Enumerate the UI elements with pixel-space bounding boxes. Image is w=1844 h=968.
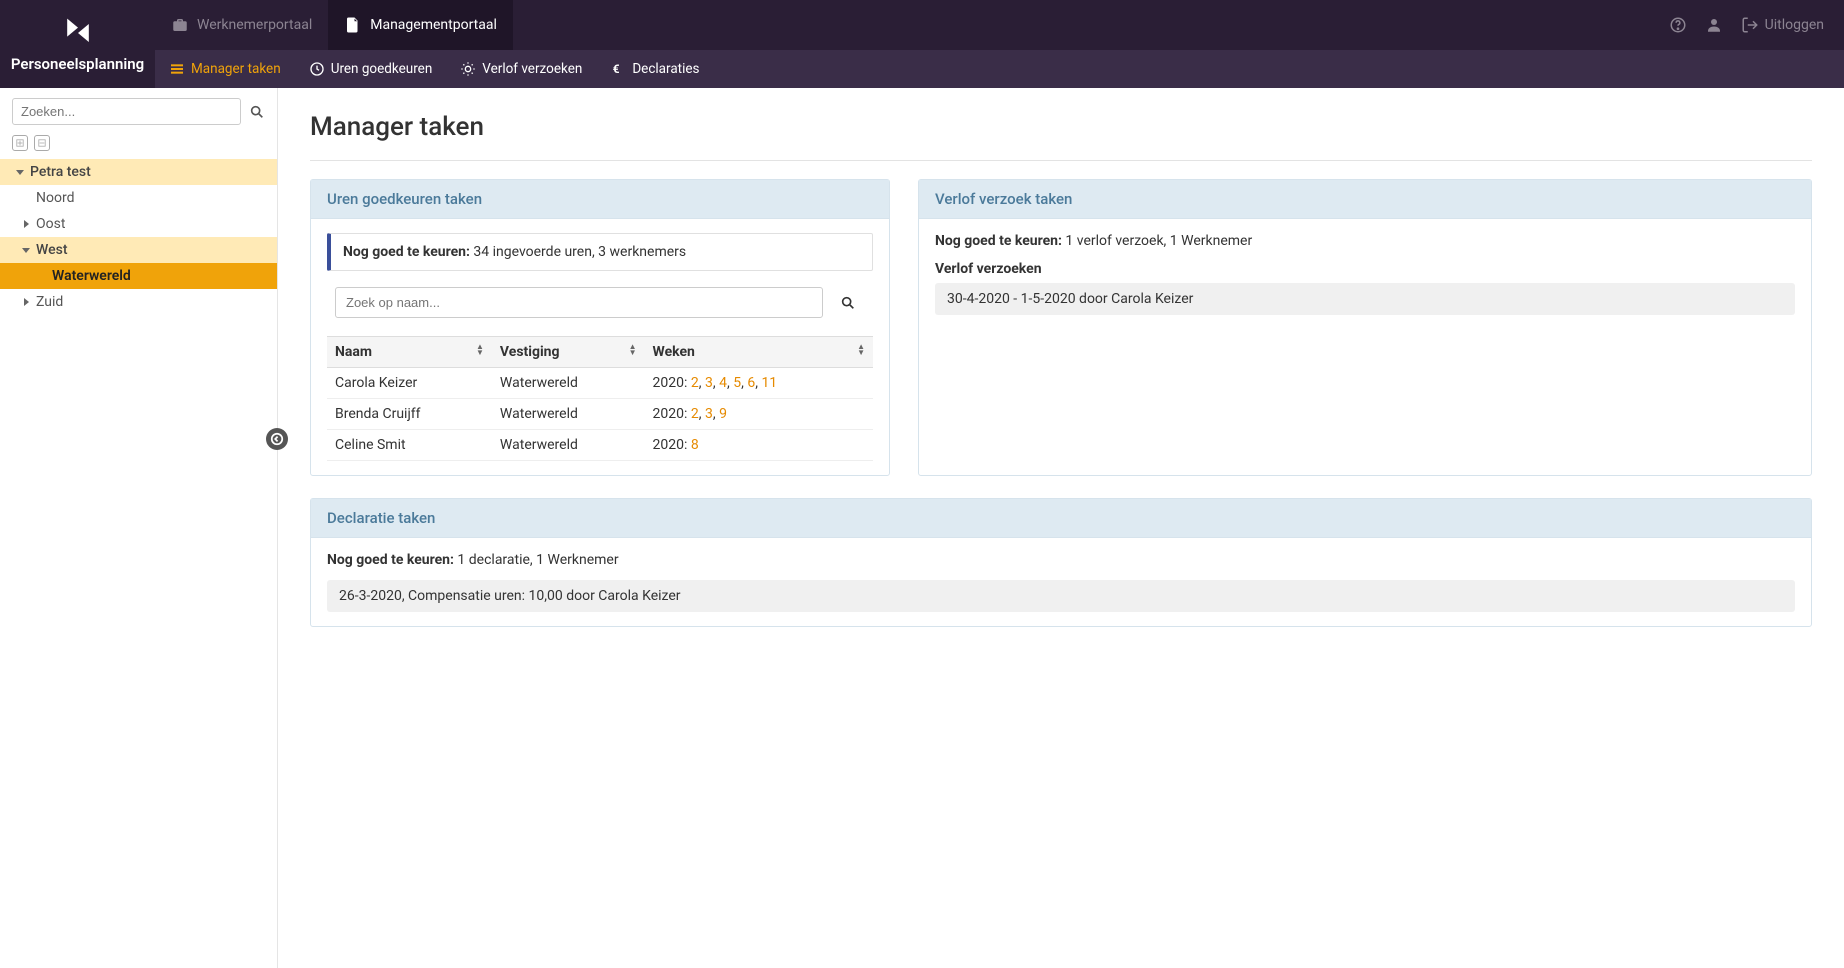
col-vestiging[interactable]: Vestiging▲▼ <box>492 337 645 368</box>
sun-icon <box>460 61 476 77</box>
week-link[interactable]: 5 <box>733 375 741 391</box>
document-icon <box>344 16 362 34</box>
decl-notice: Nog goed te keuren: 1 declaratie, 1 Werk… <box>327 552 1795 568</box>
tab-management-label: Managementportaal <box>370 17 497 33</box>
sort-icon: ▲▼ <box>629 344 637 356</box>
tree-item-zuid[interactable]: Zuid <box>0 289 277 315</box>
week-link[interactable]: 3 <box>705 406 713 422</box>
verlof-sub-label: Verlof verzoeken <box>935 261 1795 277</box>
tree-root[interactable]: Petra test <box>0 159 277 185</box>
week-link[interactable]: 11 <box>761 375 777 391</box>
week-link[interactable]: 4 <box>719 375 727 391</box>
chevron-right-icon <box>20 296 32 308</box>
help-icon[interactable] <box>1669 16 1687 34</box>
logout-label: Uitloggen <box>1765 17 1824 33</box>
chevron-right-icon <box>20 218 32 230</box>
uren-table: Naam▲▼ Vestiging▲▼ Weken▲▼ Carola Keizer… <box>327 336 873 461</box>
verlof-notice: Nog goed te keuren: 1 verlof verzoek, 1 … <box>935 233 1795 249</box>
collapse-all-button[interactable] <box>34 135 50 151</box>
tab-employee-portal[interactable]: Werknemerportaal <box>155 0 328 50</box>
table-row: Carola KeizerWaterwereld2020: 2, 3, 4, 5… <box>327 368 873 399</box>
table-row: Brenda CruijffWaterwereld2020: 2, 3, 9 <box>327 399 873 430</box>
tasks-icon <box>169 61 185 77</box>
col-weken[interactable]: Weken▲▼ <box>645 337 873 368</box>
sidebar-collapse-button[interactable] <box>266 428 288 450</box>
logout-icon <box>1741 16 1759 34</box>
page-title: Manager taken <box>310 112 1812 142</box>
briefcase-icon <box>171 16 189 34</box>
uren-search-button[interactable] <box>831 287 865 318</box>
tree-item-noord[interactable]: Noord <box>0 185 277 211</box>
sidebar-search-input[interactable] <box>12 98 241 125</box>
col-naam[interactable]: Naam▲▼ <box>327 337 492 368</box>
panel-declaratie: Declaratie taken Nog goed te keuren: 1 d… <box>310 498 1812 627</box>
decl-item[interactable]: 26-3-2020, Compensatie uren: 10,00 door … <box>327 580 1795 612</box>
svg-text:€: € <box>613 62 620 76</box>
subnav-uren-goedkeuren[interactable]: Uren goedkeuren <box>295 50 447 88</box>
panel-verlof-header: Verlof verzoek taken <box>919 180 1811 219</box>
subnav: Manager taken Uren goedkeuren Verlof ver… <box>0 50 1844 88</box>
search-icon <box>840 295 856 311</box>
week-link[interactable]: 8 <box>691 437 699 453</box>
panel-uren-header: Uren goedkeuren taken <box>311 180 889 219</box>
week-link[interactable]: 3 <box>705 375 713 391</box>
tree-item-west[interactable]: West <box>0 237 277 263</box>
panel-verlof: Verlof verzoek taken Nog goed te keuren:… <box>918 179 1812 476</box>
week-link[interactable]: 9 <box>719 406 727 422</box>
main-content: Manager taken Uren goedkeuren taken Nog … <box>278 88 1844 968</box>
uren-notice: Nog goed te keuren: 34 ingevoerde uren, … <box>327 233 873 271</box>
subnav-declaraties[interactable]: € Declaraties <box>596 50 713 88</box>
logout-button[interactable]: Uitloggen <box>1741 16 1824 34</box>
brand-name: Personeelsplanning <box>11 55 144 73</box>
tree-item-oost[interactable]: Oost <box>0 211 277 237</box>
tab-management-portal[interactable]: Managementportaal <box>328 0 513 50</box>
sidebar: Petra test Noord Oost West Waterwereld <box>0 88 278 968</box>
expand-all-button[interactable] <box>12 135 28 151</box>
search-icon[interactable] <box>249 104 265 120</box>
user-icon[interactable] <box>1705 16 1723 34</box>
week-link[interactable]: 2 <box>691 375 699 391</box>
chevron-down-icon <box>20 244 32 256</box>
tab-employee-label: Werknemerportaal <box>197 17 312 33</box>
subnav-verlof-verzoeken[interactable]: Verlof verzoeken <box>446 50 596 88</box>
table-row: Celine SmitWaterwereld2020: 8 <box>327 430 873 461</box>
clock-icon <box>309 61 325 77</box>
verlof-item[interactable]: 30-4-2020 - 1-5-2020 door Carola Keizer <box>935 283 1795 315</box>
panel-decl-header: Declaratie taken <box>311 499 1811 538</box>
panel-uren-goedkeuren: Uren goedkeuren taken Nog goed te keuren… <box>310 179 890 476</box>
week-link[interactable]: 2 <box>691 406 699 422</box>
sort-icon: ▲▼ <box>857 344 865 356</box>
brand-logo-icon <box>60 15 96 51</box>
chevron-down-icon <box>14 166 26 178</box>
brand[interactable]: Personeelsplanning <box>0 0 155 88</box>
uren-search-input[interactable] <box>335 287 823 318</box>
euro-icon: € <box>610 61 626 77</box>
subnav-manager-taken[interactable]: Manager taken <box>155 50 295 88</box>
topbar: Personeelsplanning Werknemerportaal Mana… <box>0 0 1844 50</box>
sort-icon: ▲▼ <box>476 344 484 356</box>
tree-item-waterwereld[interactable]: Waterwereld <box>0 263 277 289</box>
